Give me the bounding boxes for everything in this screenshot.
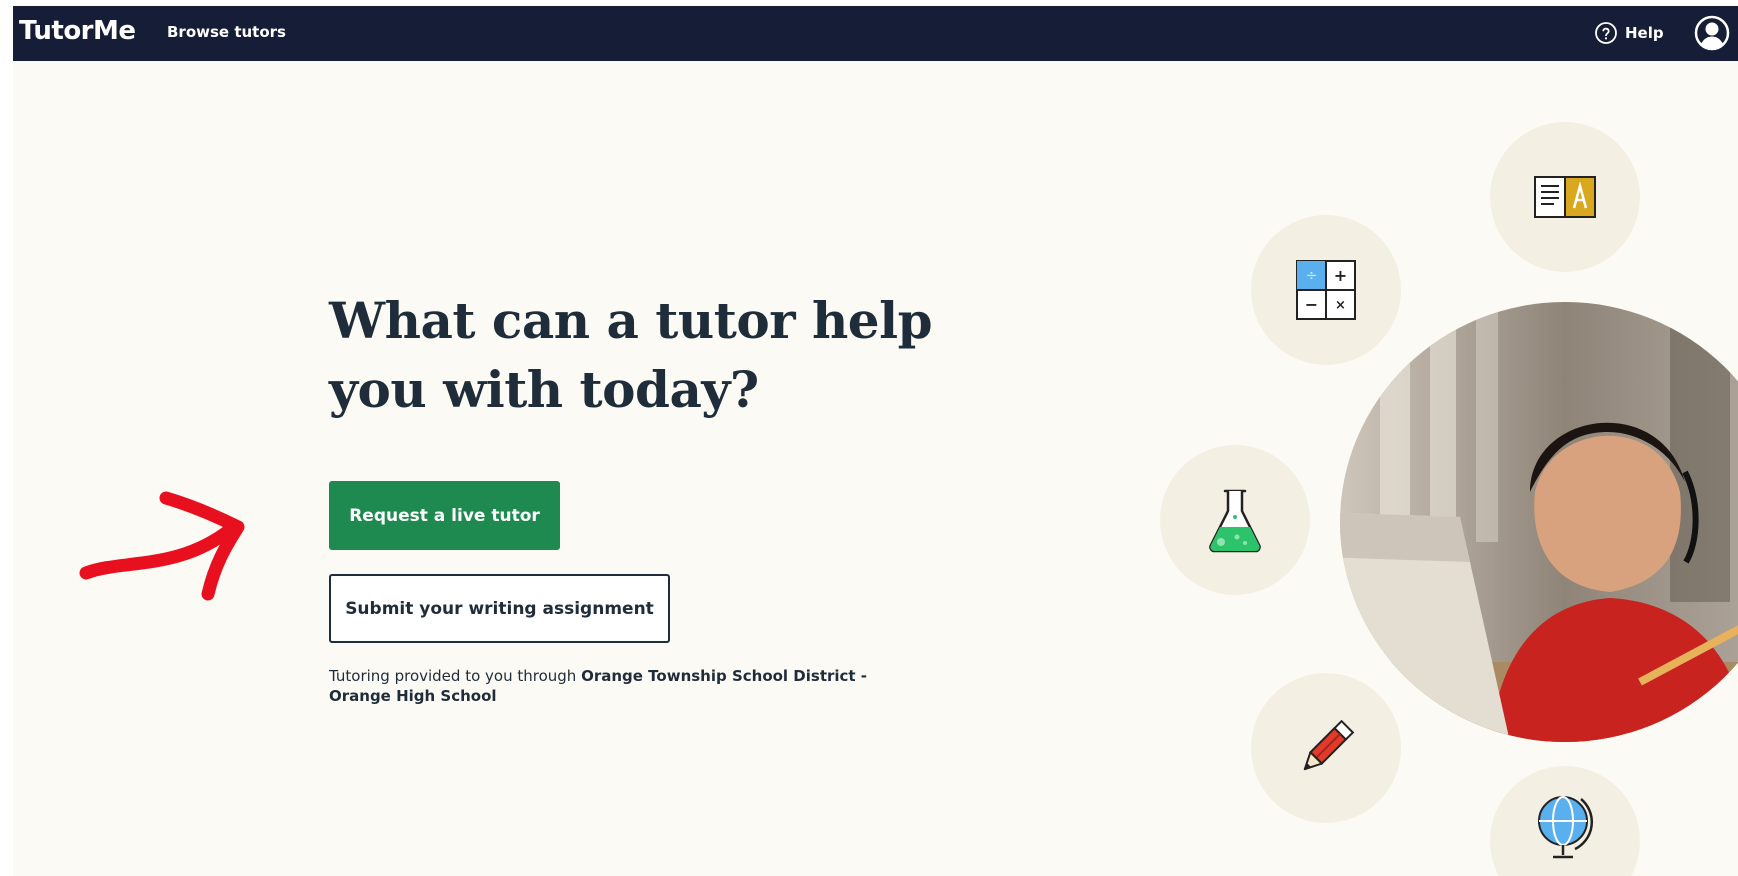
svg-text:−: −: [1305, 295, 1318, 314]
student-photo: [1340, 302, 1738, 742]
books-circle: [1490, 122, 1640, 272]
page: TutorMe Browse tutors Help What can a tu…: [13, 6, 1738, 876]
annotation-arrow-icon: [79, 491, 245, 601]
flask-icon: [1209, 489, 1261, 553]
globe-circle: [1490, 766, 1640, 876]
browse-tutors-link[interactable]: Browse tutors: [167, 23, 286, 41]
request-live-tutor-button[interactable]: Request a live tutor: [329, 481, 560, 550]
page-title: What can a tutor help you with today?: [329, 291, 933, 419]
submit-writing-button[interactable]: Submit your writing assignment: [329, 574, 670, 643]
globe-icon: [1538, 796, 1594, 859]
books-icon: [1534, 176, 1596, 218]
calculator-circle: ÷ + − ×: [1251, 215, 1401, 365]
logo[interactable]: TutorMe: [19, 16, 136, 46]
calculator-icon: ÷ + − ×: [1296, 260, 1356, 320]
svg-text:+: +: [1334, 266, 1347, 285]
user-avatar-icon[interactable]: [1694, 15, 1730, 51]
pencil-icon: [1303, 719, 1355, 771]
provided-through-text: Tutoring provided to you through Orange …: [329, 666, 889, 706]
svg-text:÷: ÷: [1306, 268, 1318, 284]
help-link[interactable]: Help: [1594, 19, 1664, 47]
svg-text:×: ×: [1335, 298, 1346, 313]
help-circle-icon: [1595, 22, 1617, 44]
top-nav: TutorMe Browse tutors Help: [13, 6, 1738, 61]
provided-prefix: Tutoring provided to you through: [329, 667, 582, 685]
help-label: Help: [1625, 24, 1664, 42]
pencil-circle: [1251, 673, 1401, 823]
flask-circle: [1160, 445, 1310, 595]
